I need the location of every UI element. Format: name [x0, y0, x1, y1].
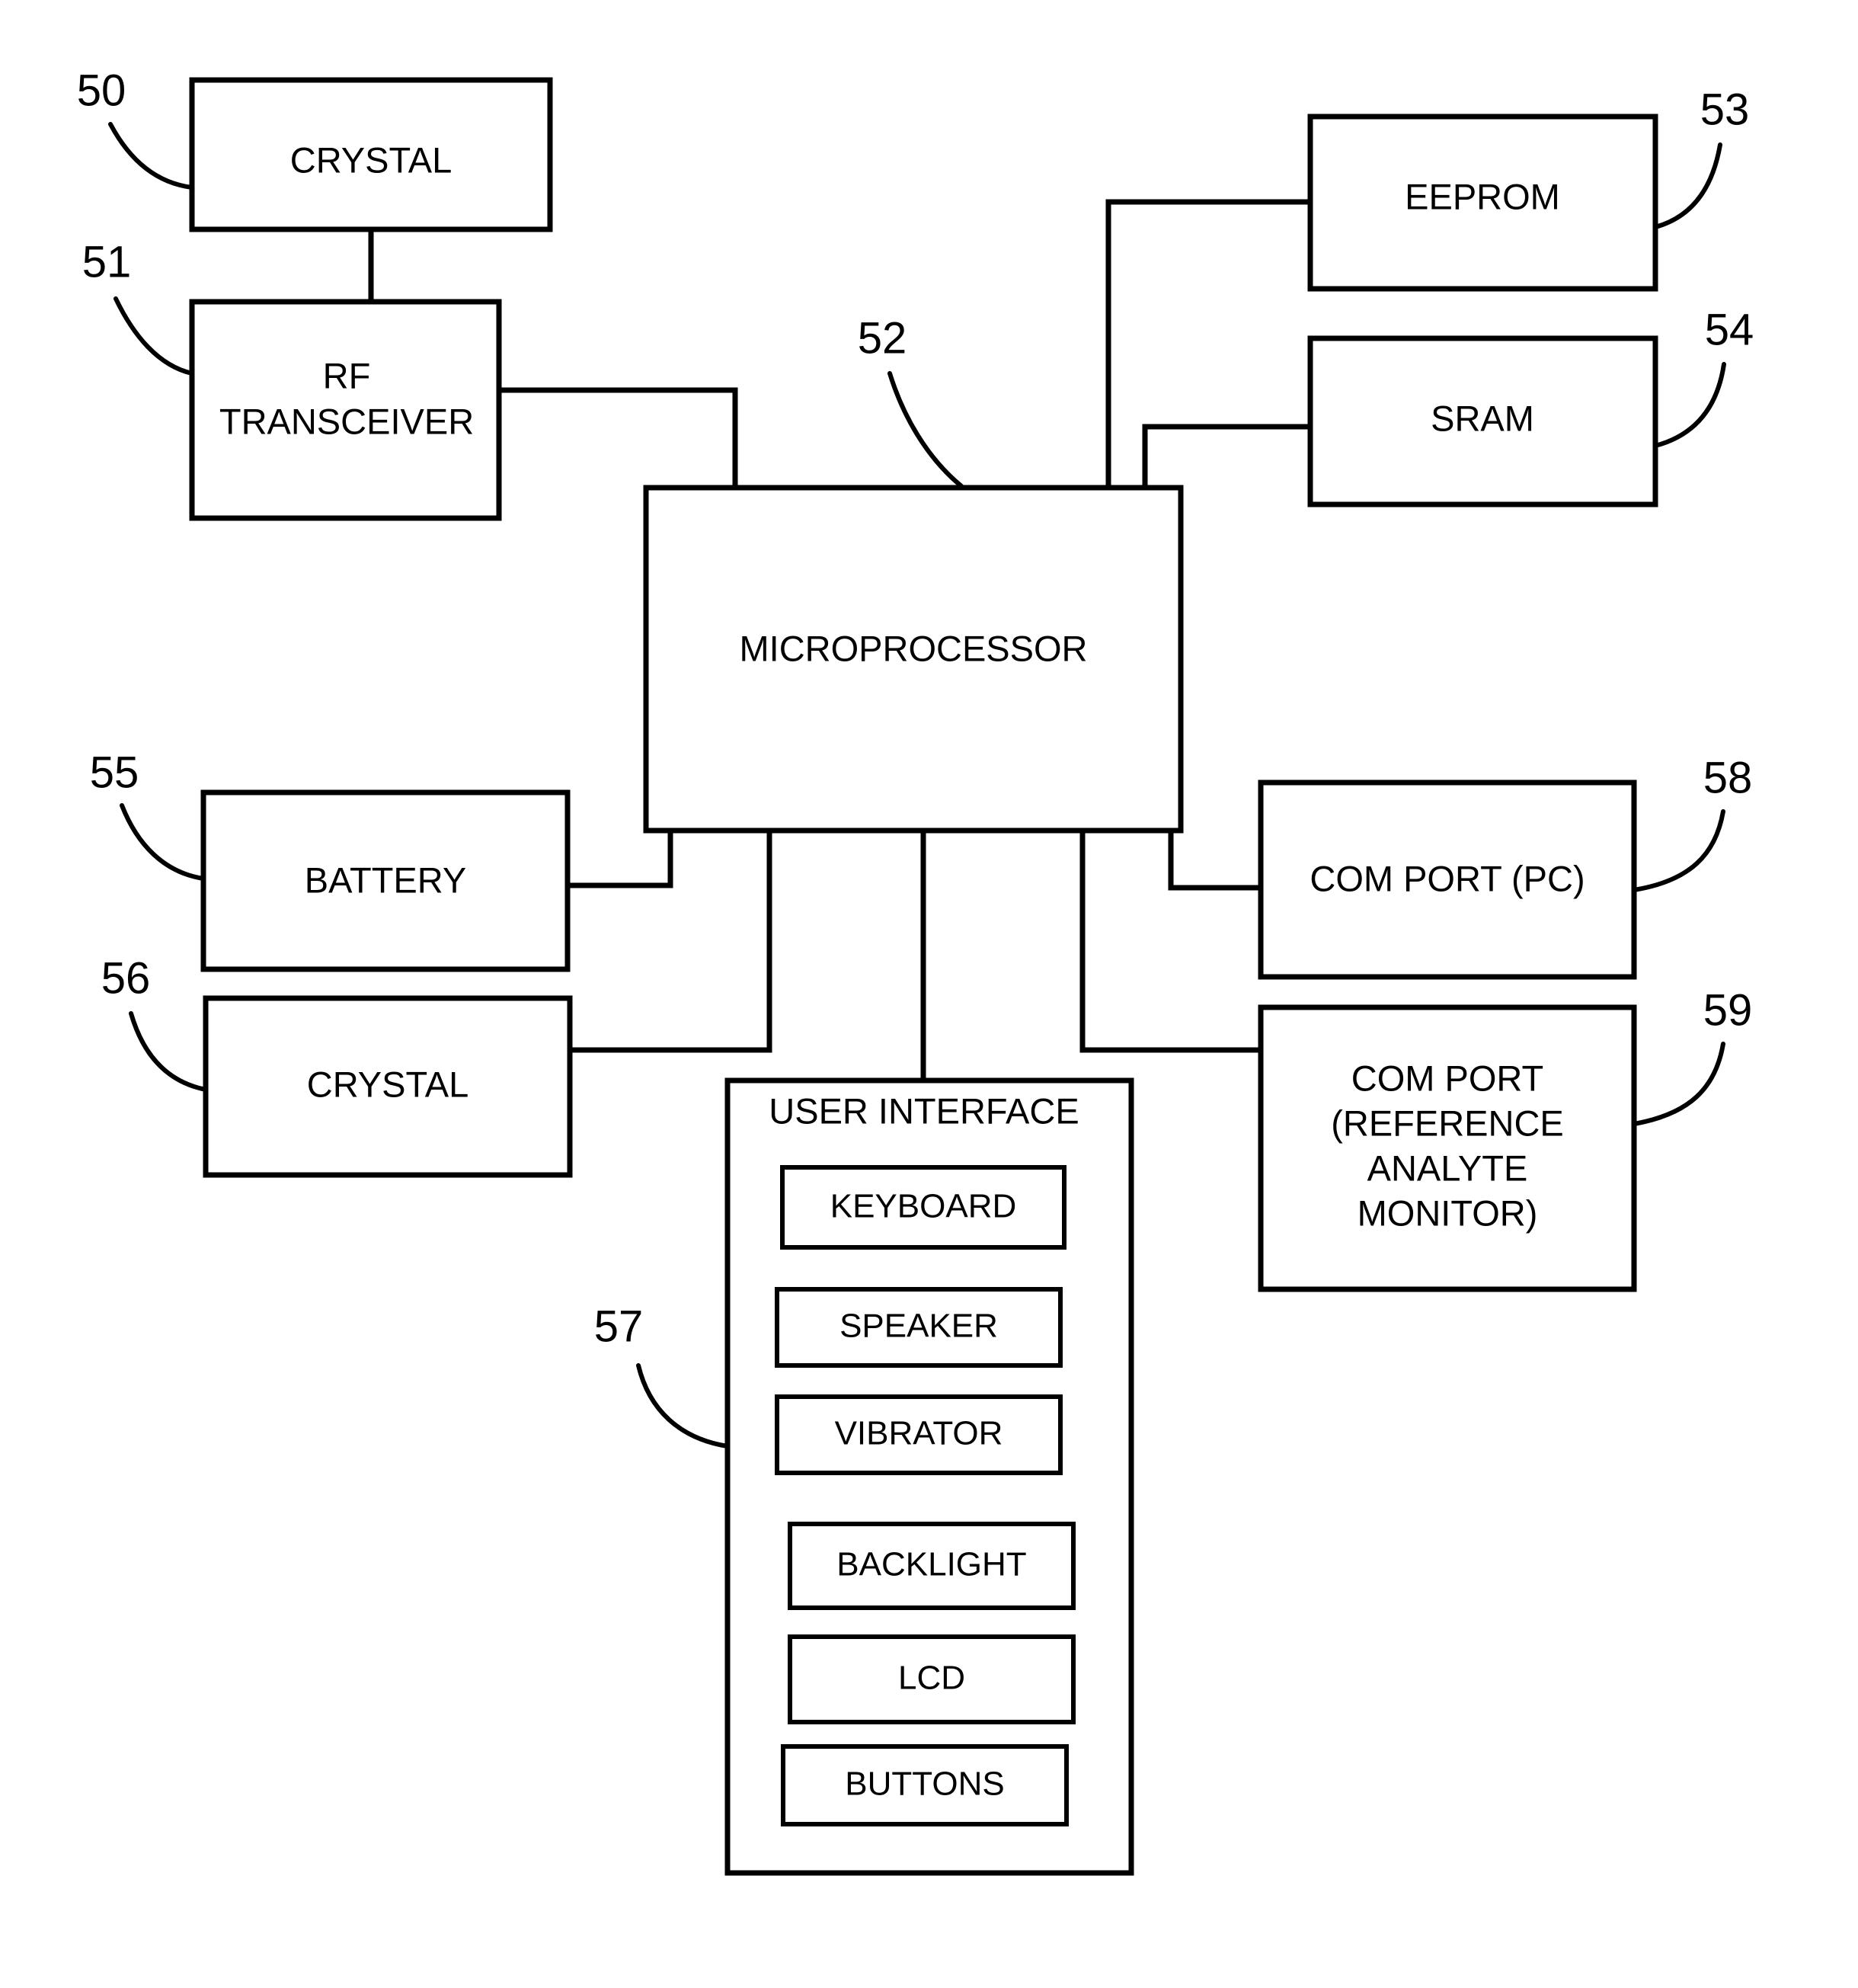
block-sram-label: SRAM — [1431, 398, 1534, 438]
ui-item-buttons-label: BUTTONS — [845, 1766, 1004, 1803]
ui-item-buttons[interactable]: BUTTONS — [781, 1744, 1069, 1826]
ui-item-keyboard-label: KEYBOARD — [830, 1188, 1017, 1225]
block-com-port-reference[interactable]: COM PORT (REFERENCE ANALYTE MONITOR) — [1258, 1004, 1637, 1292]
block-battery[interactable]: BATTERY — [200, 789, 571, 972]
ref-numeral-57: 57 — [594, 1301, 644, 1351]
ui-item-backlight-label: BACKLIGHT — [836, 1546, 1026, 1583]
block-com-port-reference-label-line3: ANALYTE — [1367, 1148, 1528, 1188]
leader-line-53 — [1653, 142, 1722, 229]
block-rf-transceiver-label-line1: RF — [323, 355, 371, 395]
leader-line-55 — [120, 803, 206, 881]
ref-numeral-50: 50 — [77, 66, 126, 115]
block-crystal-top-label: CRYSTAL — [290, 139, 452, 180]
block-crystal-bottom[interactable]: CRYSTAL — [203, 995, 573, 1178]
leader-line-59 — [1632, 1042, 1725, 1126]
block-crystal-top[interactable]: CRYSTAL — [189, 77, 553, 232]
ui-item-speaker[interactable]: SPEAKER — [775, 1287, 1063, 1368]
ref-numeral-53: 53 — [1700, 85, 1750, 134]
wire-microprocessor-to-sram — [1142, 424, 1310, 488]
block-com-port-pc-label: COM PORT (PC) — [1310, 858, 1585, 898]
ui-item-vibrator-label: VIBRATOR — [835, 1415, 1003, 1452]
leader-line-54 — [1653, 362, 1726, 448]
ui-item-lcd[interactable]: LCD — [788, 1634, 1076, 1724]
ui-item-speaker-label: SPEAKER — [839, 1308, 998, 1345]
patent-figure: CRYSTAL RF TRANSCEIVER MICROPROCESSOR EE… — [0, 0, 1858, 1988]
block-microprocessor-label: MICROPROCESSOR — [740, 628, 1088, 668]
leader-line-58 — [1632, 809, 1725, 892]
block-rf-transceiver[interactable]: RF TRANSCEIVER — [189, 299, 502, 521]
block-rf-transceiver-label-line2: TRANSCEIVER — [219, 401, 474, 441]
ui-item-vibrator[interactable]: VIBRATOR — [775, 1394, 1063, 1475]
ref-numeral-59: 59 — [1703, 985, 1753, 1035]
wire-microprocessor-to-eeprom — [1105, 199, 1310, 488]
block-microprocessor[interactable]: MICROPROCESSOR — [643, 485, 1184, 834]
ref-numeral-52: 52 — [858, 313, 907, 363]
block-eeprom[interactable]: EEPROM — [1307, 114, 1658, 292]
block-eeprom-label: EEPROM — [1405, 176, 1560, 216]
block-com-port-pc[interactable]: COM PORT (PC) — [1258, 780, 1637, 980]
ref-numeral-55: 55 — [90, 748, 139, 797]
leader-line-51 — [114, 296, 194, 376]
block-diagram-canvas: CRYSTAL RF TRANSCEIVER MICROPROCESSOR EE… — [77, 66, 1754, 1876]
ui-item-backlight[interactable]: BACKLIGHT — [788, 1522, 1076, 1610]
leader-line-52 — [887, 371, 964, 488]
block-user-interface-title: USER INTERFACE — [769, 1090, 1079, 1131]
ref-numeral-56: 56 — [101, 953, 151, 1003]
block-user-interface[interactable]: USER INTERFACE KEYBOARD SPEAKER VIBRATOR… — [724, 1077, 1134, 1876]
block-crystal-bottom-label: CRYSTAL — [307, 1064, 468, 1104]
block-com-port-reference-label-line2: (REFERENCE — [1331, 1103, 1564, 1143]
wire-rf-to-microprocessor — [499, 387, 738, 488]
block-battery-label: BATTERY — [305, 860, 466, 900]
ui-item-keyboard[interactable]: KEYBOARD — [780, 1165, 1067, 1250]
leader-line-50 — [108, 122, 194, 190]
wire-microprocessor-to-battery — [568, 831, 673, 888]
block-com-port-reference-label-line1: COM PORT — [1351, 1058, 1543, 1098]
wire-microprocessor-to-com-port-pc — [1168, 831, 1261, 891]
ref-numeral-51: 51 — [82, 237, 132, 287]
block-sram[interactable]: SRAM — [1307, 335, 1658, 507]
leader-line-57 — [636, 1363, 730, 1449]
ui-item-lcd-label: LCD — [898, 1660, 965, 1697]
leader-line-56 — [129, 1011, 208, 1092]
block-com-port-reference-label-line4: MONITOR) — [1358, 1192, 1538, 1233]
ref-numeral-58: 58 — [1703, 753, 1753, 802]
ref-numeral-54: 54 — [1705, 305, 1754, 354]
